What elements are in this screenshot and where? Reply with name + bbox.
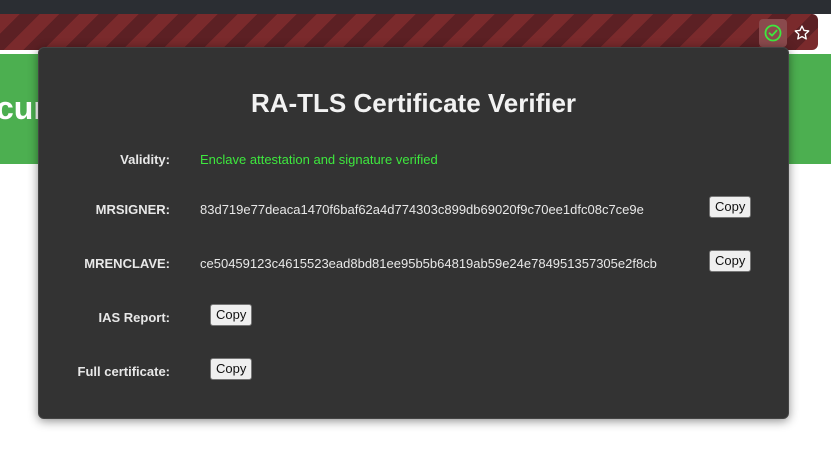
validity-value: Enclave attestation and signature verifi… [200, 152, 438, 167]
address-bar[interactable] [0, 14, 818, 50]
extension-popup: RA-TLS Certificate Verifier Validity: En… [38, 47, 789, 419]
popup-title: RA-TLS Certificate Verifier [250, 88, 577, 118]
star-icon [794, 25, 810, 40]
ra-tls-extension-button[interactable] [759, 19, 787, 47]
copy-ias-report-button[interactable]: Copy [210, 304, 253, 326]
mrenclave-label: MRENCLAVE: [84, 256, 170, 271]
bookmark-button[interactable] [790, 19, 814, 47]
validity-label: Validity: [120, 152, 170, 167]
shield-check-icon [764, 24, 782, 42]
copy-mrsigner-button[interactable]: Copy [709, 196, 752, 218]
mrsigner-value: 83d719e77deaca1470f6baf62a4d774303c899db… [200, 202, 644, 217]
mrenclave-value: ce50459123c4615523ead8bd81ee95b5b64819ab… [200, 256, 657, 271]
browser-tab-strip [0, 0, 831, 14]
mrsigner-label: MRSIGNER: [95, 202, 170, 217]
ias-report-label: IAS Report: [98, 310, 171, 325]
copy-mrenclave-button[interactable]: Copy [709, 250, 752, 272]
copy-full-certificate-button[interactable]: Copy [210, 358, 253, 380]
full-certificate-label: Full certificate: [77, 364, 170, 379]
